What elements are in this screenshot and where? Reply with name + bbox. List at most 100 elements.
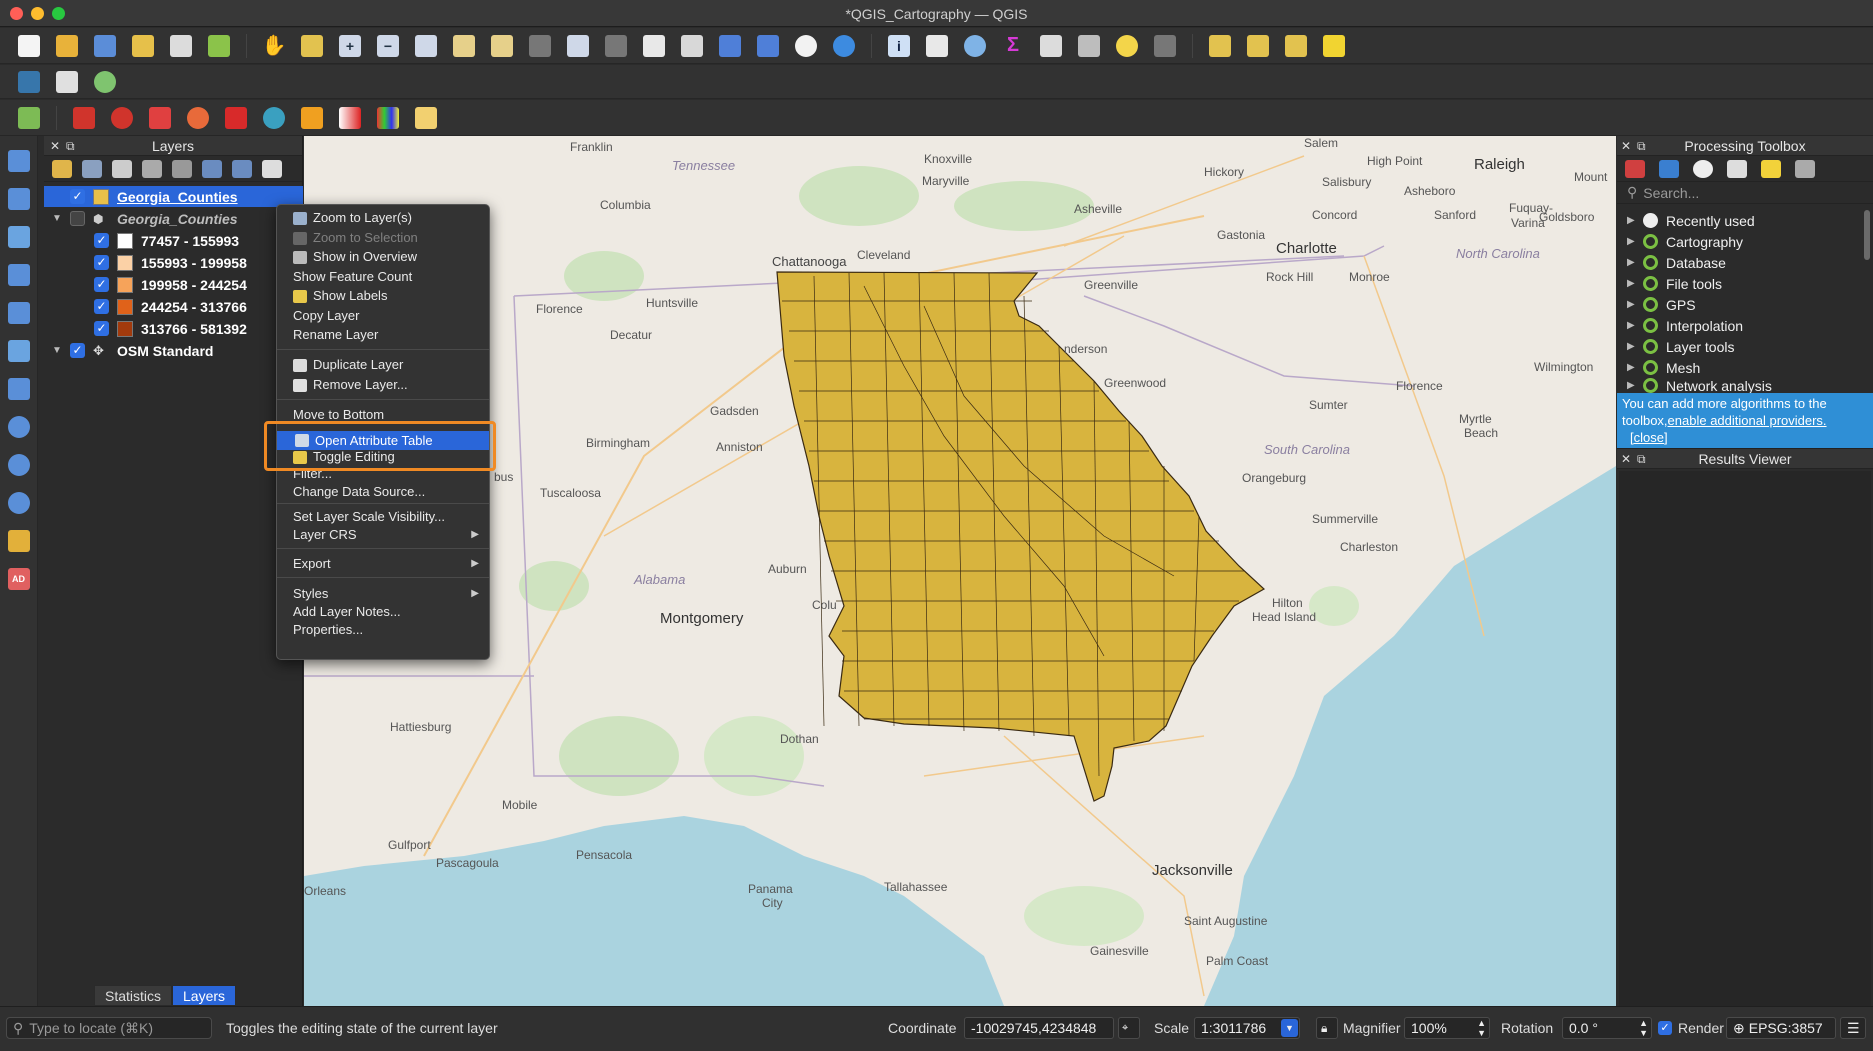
layer-georgia-counties-selected[interactable]: ✓ Georgia_Counties (44, 186, 303, 207)
menu-item-duplicate-layer[interactable]: Duplicate Layer (293, 356, 403, 374)
toolbox-item-file-tools[interactable]: ▶ File tools (1627, 273, 1722, 294)
class-checkbox[interactable]: ✓ (94, 233, 109, 248)
temporal-controller-button[interactable] (791, 32, 821, 60)
toolbox-item-network-analysis[interactable]: ▶ Network analysis (1627, 378, 1772, 393)
legend-class-3[interactable]: ✓ 199958 - 244254 (44, 274, 247, 295)
add-layer-button-11[interactable] (4, 526, 34, 556)
layer-visibility-checkbox[interactable]: ✓ (70, 189, 85, 204)
quickmapservices-button[interactable] (90, 68, 120, 96)
plugin-tool-button[interactable] (52, 68, 82, 96)
add-group-icon[interactable] (82, 159, 102, 178)
pan-to-selection-button[interactable] (297, 32, 327, 60)
zoom-out-button[interactable]: − (373, 32, 403, 60)
toolbox-item-database[interactable]: ▶ Database (1627, 252, 1726, 273)
add-raster-button[interactable] (14, 104, 44, 132)
scale-combobox[interactable]: 1:3011786 ▼ (1194, 1017, 1300, 1039)
menu-item-rename-layer[interactable]: Rename Layer (293, 326, 378, 344)
results-icon[interactable] (1727, 159, 1747, 178)
enable-providers-link[interactable]: enable additional providers. (1668, 413, 1827, 428)
edit-features-icon[interactable] (1761, 159, 1781, 178)
expand-all-icon[interactable] (202, 159, 222, 178)
new-map-view-button[interactable] (639, 32, 669, 60)
coordinate-field[interactable]: -10029745,4234848 (964, 1017, 1114, 1039)
save-project-button[interactable] (90, 32, 120, 60)
layer-visibility-checkbox[interactable] (70, 211, 85, 226)
open-field-calculator-button[interactable] (1036, 32, 1066, 60)
legend-class-1[interactable]: ✓ 77457 - 155993 (44, 230, 239, 251)
menu-item-remove-layer[interactable]: Remove Layer... (293, 376, 408, 394)
raster-tool-7-button[interactable] (297, 104, 327, 132)
pan-map-button[interactable]: ✋ (259, 32, 289, 60)
messages-button[interactable]: ☰ (1840, 1017, 1866, 1039)
menu-item-change-data-source[interactable]: Change Data Source... (293, 483, 425, 501)
annotation-button[interactable] (1150, 32, 1180, 60)
menu-item-layer-crs[interactable]: Layer CRS ▶ (293, 526, 489, 544)
raster-tool-10-button[interactable] (411, 104, 441, 132)
wrench-icon[interactable] (1795, 159, 1815, 178)
collapse-all-icon[interactable] (232, 159, 252, 178)
layer-osm-standard[interactable]: ▼ ✓ ✥ OSM Standard (44, 340, 213, 361)
class-checkbox[interactable]: ✓ (94, 255, 109, 270)
style-manager-button[interactable] (204, 32, 234, 60)
zoom-next-button[interactable] (601, 32, 631, 60)
new-print-layout-button[interactable] (166, 32, 196, 60)
magnifier-spinbox[interactable]: 100% ▲ ▼ (1404, 1017, 1490, 1039)
menu-item-copy-layer[interactable]: Copy Layer (293, 307, 359, 325)
class-checkbox[interactable]: ✓ (94, 277, 109, 292)
zoom-to-selection-button[interactable] (449, 32, 479, 60)
tab-statistics[interactable]: Statistics (94, 985, 173, 1006)
extents-toggle-button[interactable]: ⌖ (1118, 1017, 1140, 1039)
deselect-features-button[interactable] (1281, 32, 1311, 60)
toolbox-item-recently-used[interactable]: ▶ Recently used (1627, 210, 1755, 231)
map-canvas[interactable]: Franklin Tennessee Knoxville Maryville A… (304, 136, 1616, 1006)
remove-layer-icon[interactable] (262, 159, 282, 178)
new-bookmark-button[interactable] (715, 32, 745, 60)
toolbox-item-layer-tools[interactable]: ▶ Layer tools (1627, 336, 1734, 357)
identify-features-button[interactable]: i (884, 32, 914, 60)
lock-scale-button[interactable]: 🔒︎ (1316, 1017, 1338, 1039)
new-project-button[interactable] (14, 32, 44, 60)
statistical-summary-button[interactable]: Σ (998, 32, 1028, 60)
toolbox-item-gps[interactable]: ▶ GPS (1627, 294, 1696, 315)
float-panel-icon[interactable]: ⧉ (66, 136, 75, 156)
menu-item-styles[interactable]: Styles ▶ (293, 585, 489, 603)
python-console-button[interactable] (14, 68, 44, 96)
add-layer-button-5[interactable] (4, 298, 34, 328)
history-icon[interactable] (1693, 159, 1713, 178)
open-attribute-table-toolbar-button[interactable] (922, 32, 952, 60)
add-layer-button-9[interactable] (4, 450, 34, 480)
add-layer-button-3[interactable] (4, 222, 34, 252)
close-panel-icon[interactable]: ✕ (50, 136, 60, 156)
raster-tool-8-button[interactable] (335, 104, 365, 132)
show-bookmarks-button[interactable] (753, 32, 783, 60)
raster-tool-2-button[interactable] (107, 104, 137, 132)
raster-tool-5-button[interactable] (221, 104, 251, 132)
class-checkbox[interactable]: ✓ (94, 321, 109, 336)
add-layer-button-4[interactable] (4, 260, 34, 290)
layer-styling-icon[interactable] (52, 159, 72, 178)
add-layer-button-8[interactable] (4, 412, 34, 442)
add-layer-button-7[interactable] (4, 374, 34, 404)
menu-item-show-feature-count[interactable]: Show Feature Count (293, 268, 412, 286)
zoom-last-button[interactable] (563, 32, 593, 60)
visibility-icon[interactable] (112, 159, 132, 178)
select-location-button[interactable] (1319, 32, 1349, 60)
add-layer-button-12[interactable]: AD (4, 564, 34, 594)
crs-button[interactable]: ⊕ EPSG:3857 (1726, 1017, 1836, 1039)
toolbox-item-mesh[interactable]: ▶ Mesh (1627, 357, 1700, 378)
legend-class-4[interactable]: ✓ 244254 - 313766 (44, 296, 247, 317)
open-project-button[interactable] (52, 32, 82, 60)
add-layer-button-1[interactable] (4, 146, 34, 176)
zoom-full-button[interactable] (411, 32, 441, 60)
legend-class-5[interactable]: ✓ 313766 - 581392 (44, 318, 247, 339)
legend-class-2[interactable]: ✓ 155993 - 199958 (44, 252, 247, 273)
menu-item-export[interactable]: Export ▶ (293, 555, 489, 573)
zoom-native-button[interactable] (525, 32, 555, 60)
menu-item-show-labels[interactable]: Show Labels (293, 287, 387, 305)
raster-tool-1-button[interactable] (69, 104, 99, 132)
select-by-expression-button[interactable] (1243, 32, 1273, 60)
refresh-button[interactable] (829, 32, 859, 60)
layer-georgia-counties[interactable]: ▼ ⬢ Georgia_Counties (44, 208, 238, 229)
menu-item-add-layer-notes[interactable]: Add Layer Notes... (293, 603, 401, 621)
map-tips-button[interactable] (1112, 32, 1142, 60)
